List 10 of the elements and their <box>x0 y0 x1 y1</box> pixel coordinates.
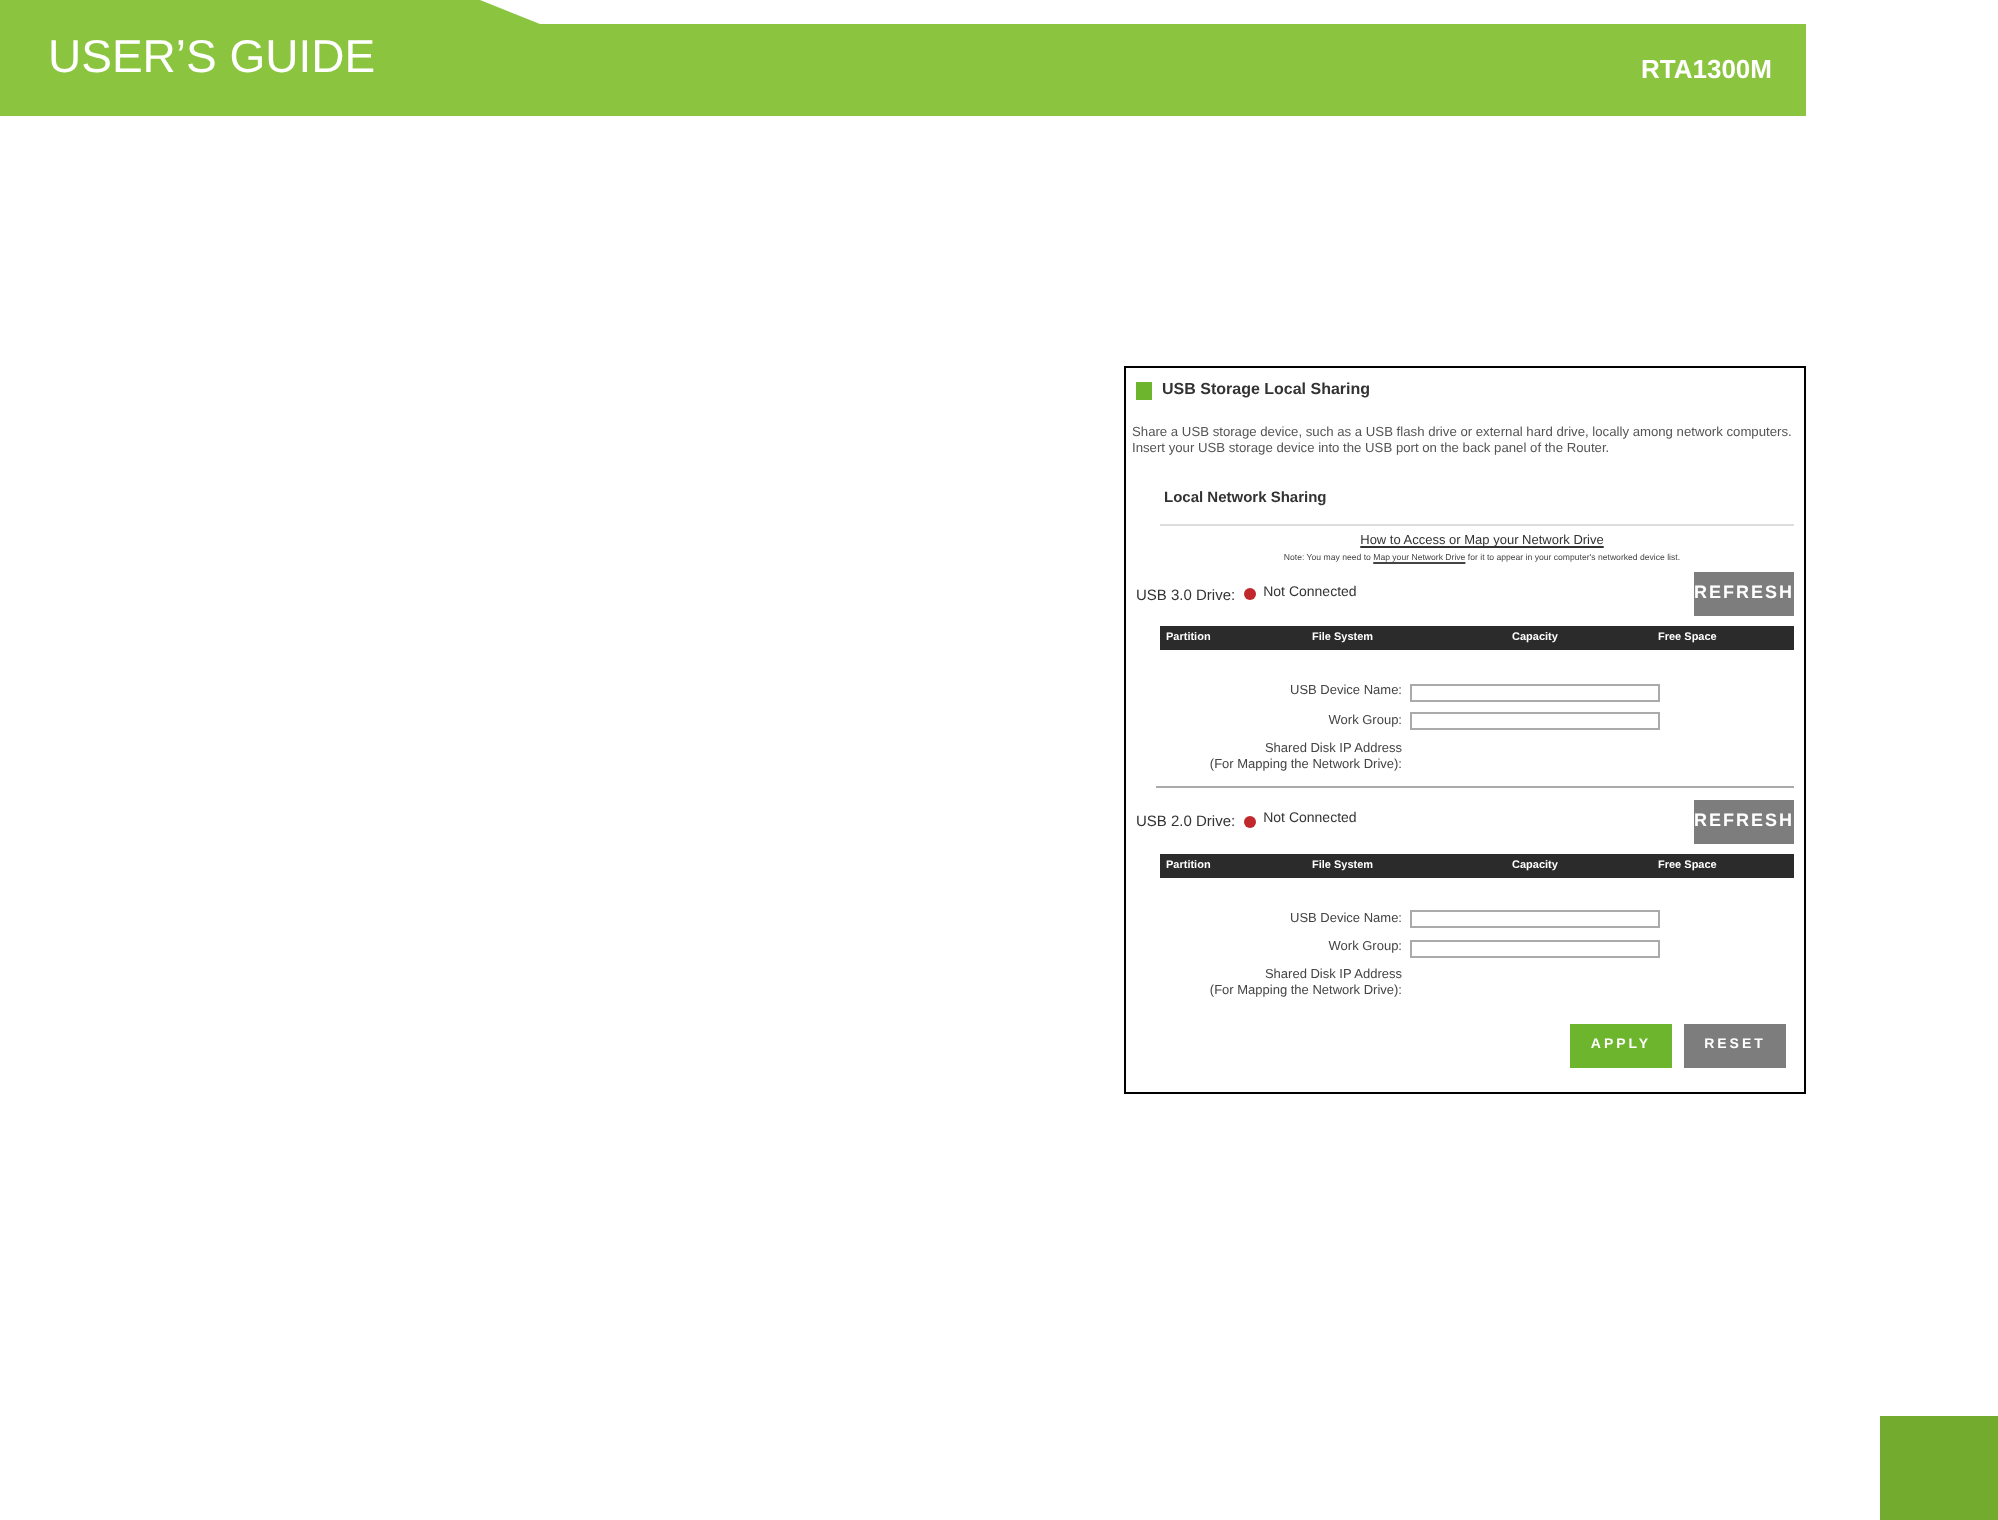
refresh-button[interactable]: REFRESH <box>1694 572 1794 617</box>
model-name: RTA1300M <box>1640 52 1772 89</box>
panel-title: USB Storage Local Sharing <box>1162 378 1371 402</box>
refresh-button[interactable]: REFRESH <box>1694 799 1794 844</box>
text-field[interactable] <box>1410 939 1660 958</box>
section-marker-icon <box>1136 381 1152 399</box>
text-field[interactable] <box>1410 712 1660 731</box>
text-field[interactable] <box>1410 683 1660 702</box>
text-field[interactable] <box>1410 910 1660 929</box>
guide-title: USER’S GUIDE <box>48 27 376 86</box>
